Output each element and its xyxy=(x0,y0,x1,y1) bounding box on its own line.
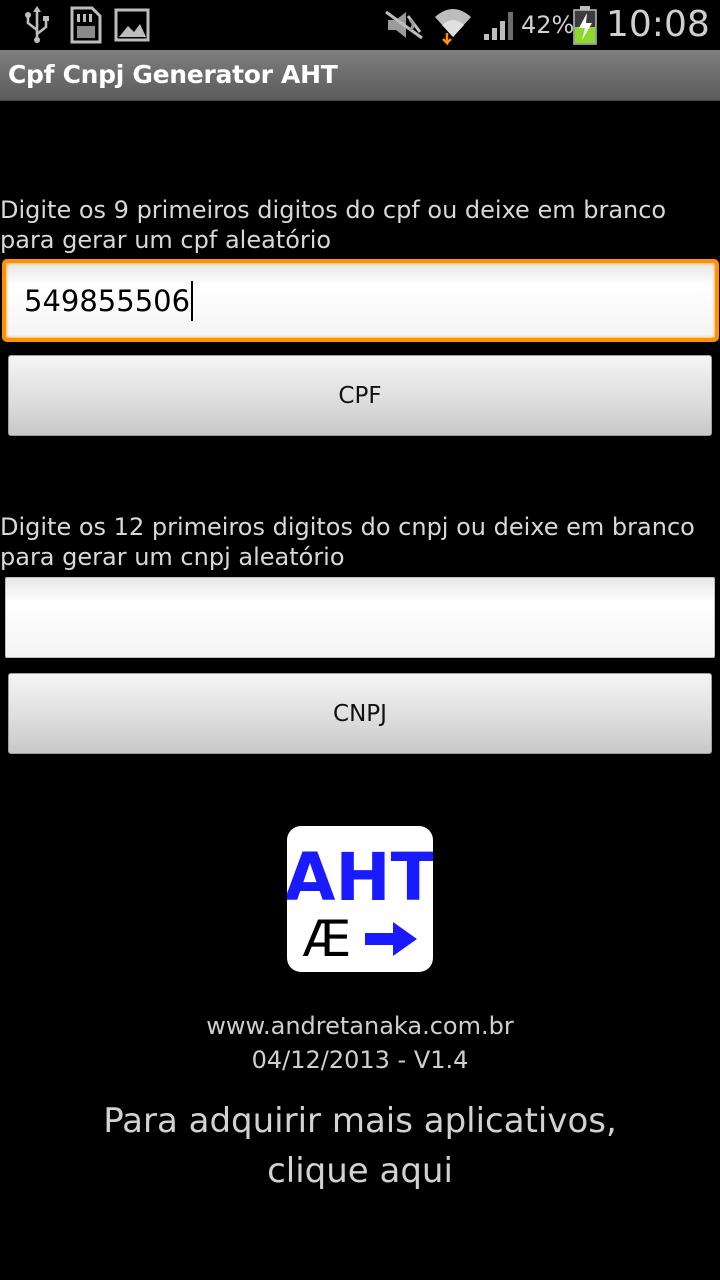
usb-icon xyxy=(22,0,52,50)
battery-percentage: 42% xyxy=(521,11,575,39)
text-cursor xyxy=(191,280,194,321)
cnpj-prompt: Digite os 12 primeiros digitos do cnpj o… xyxy=(0,513,695,571)
wifi-icon xyxy=(432,0,474,50)
logo-text-bottom: Æ xyxy=(303,910,352,968)
website-link[interactable]: www.andretanaka.com.br xyxy=(0,1010,720,1042)
sd-card-icon xyxy=(66,0,104,50)
image-icon xyxy=(112,0,152,50)
battery-charging-icon xyxy=(570,0,600,50)
more-apps-link[interactable]: Para adquirir mais aplicativos, clique a… xyxy=(0,1096,720,1196)
screen: 42% 10:08 Cpf Cnpj Generator AHT Digite … xyxy=(0,0,720,1280)
clock: 10:08 xyxy=(606,4,710,45)
aht-logo: AHT Æ xyxy=(284,826,436,972)
cnpj-button[interactable]: CNPJ xyxy=(8,673,712,754)
app-title: Cpf Cnpj Generator AHT xyxy=(8,60,338,89)
cnpj-input[interactable] xyxy=(5,577,715,658)
signal-icon xyxy=(481,0,519,50)
status-bar: 42% 10:08 xyxy=(0,0,720,50)
mute-icon xyxy=(384,0,424,50)
arrow-right-icon xyxy=(365,922,417,956)
cpf-button-label: CPF xyxy=(338,382,382,409)
cpf-prompt: Digite os 9 primeiros digitos do cpf ou … xyxy=(0,196,667,254)
logo-text-top: AHT xyxy=(287,839,433,916)
more-apps-line1: Para adquirir mais aplicativos, xyxy=(103,1101,617,1141)
app-title-bar: Cpf Cnpj Generator AHT xyxy=(0,50,720,101)
cpf-input[interactable]: 549855506 xyxy=(2,259,719,342)
version-text: 04/12/2013 - V1.4 xyxy=(251,1046,469,1074)
cpf-button[interactable]: CPF xyxy=(8,355,712,436)
cnpj-button-label: CNPJ xyxy=(333,700,387,727)
cpf-input-value: 549855506 xyxy=(24,283,191,318)
more-apps-line2: clique aqui xyxy=(267,1151,453,1191)
